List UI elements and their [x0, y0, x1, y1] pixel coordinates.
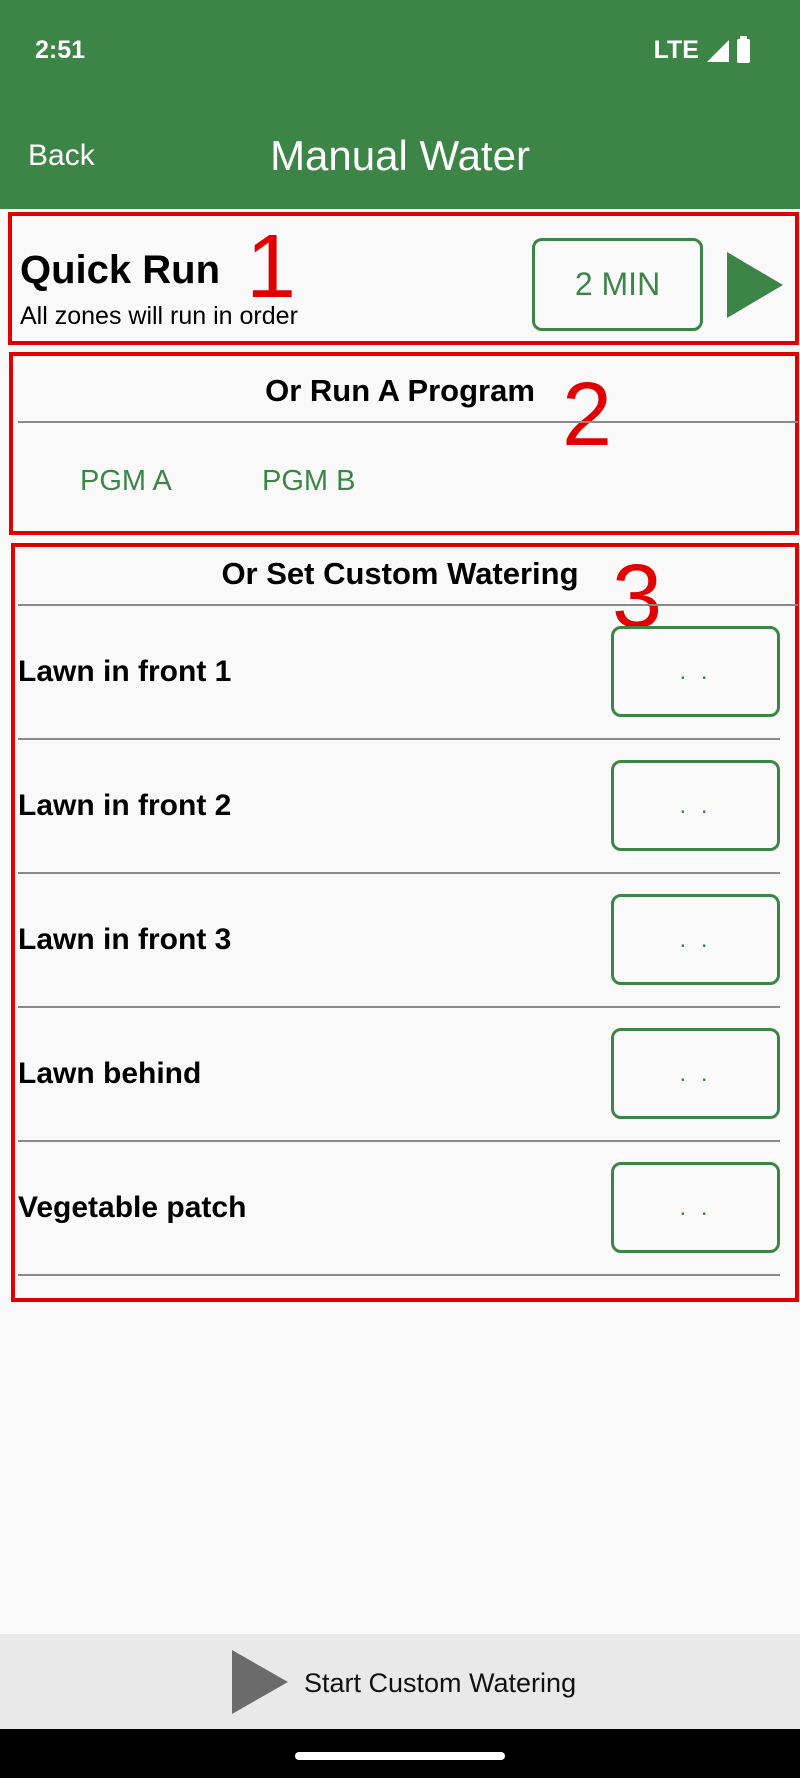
network-label: LTE — [653, 36, 699, 64]
zone-label: Lawn in front 2 — [18, 789, 232, 822]
play-icon[interactable] — [232, 1650, 288, 1714]
quick-run-subtitle: All zones will run in order — [20, 302, 298, 330]
zone-label: Vegetable patch — [18, 1191, 247, 1224]
custom-watering-title: Or Set Custom Watering — [221, 556, 579, 591]
zone-duration-button[interactable]: . . — [611, 1162, 780, 1253]
status-time: 2:51 — [35, 36, 86, 64]
program-b-button[interactable]: PGM B — [262, 465, 355, 498]
divider — [18, 1274, 780, 1276]
zone-duration-button[interactable]: . . — [611, 760, 780, 851]
zone-label: Lawn in front 3 — [18, 923, 232, 956]
start-custom-watering-label[interactable]: Start Custom Watering — [304, 1668, 576, 1699]
quick-run-duration-button[interactable]: 2 MIN — [532, 238, 703, 331]
divider — [18, 421, 798, 423]
zone-duration-button[interactable]: . . — [611, 1028, 780, 1119]
home-indicator[interactable] — [295, 1752, 505, 1760]
divider — [18, 738, 780, 740]
page-title: Manual Water — [270, 132, 530, 179]
play-icon[interactable] — [727, 252, 783, 318]
zone-label: Lawn behind — [18, 1057, 202, 1090]
battery-icon — [737, 35, 750, 63]
zone-label: Lawn in front 1 — [18, 655, 232, 688]
divider — [18, 872, 780, 874]
status-indicators: LTE — [653, 35, 750, 65]
zone-duration-button[interactable]: . . — [611, 894, 780, 985]
divider — [18, 1006, 780, 1008]
zone-duration-button[interactable]: . . — [611, 626, 780, 717]
annotation-number-1: 1 — [246, 217, 297, 317]
divider — [18, 1140, 780, 1142]
quick-run-title: Quick Run — [20, 248, 221, 292]
signal-icon — [707, 39, 729, 62]
divider — [18, 604, 798, 606]
app-bar: 2:51 LTE Back Manual Water — [0, 0, 800, 209]
program-a-button[interactable]: PGM A — [80, 465, 172, 498]
programs-title: Or Run A Program — [265, 373, 535, 408]
